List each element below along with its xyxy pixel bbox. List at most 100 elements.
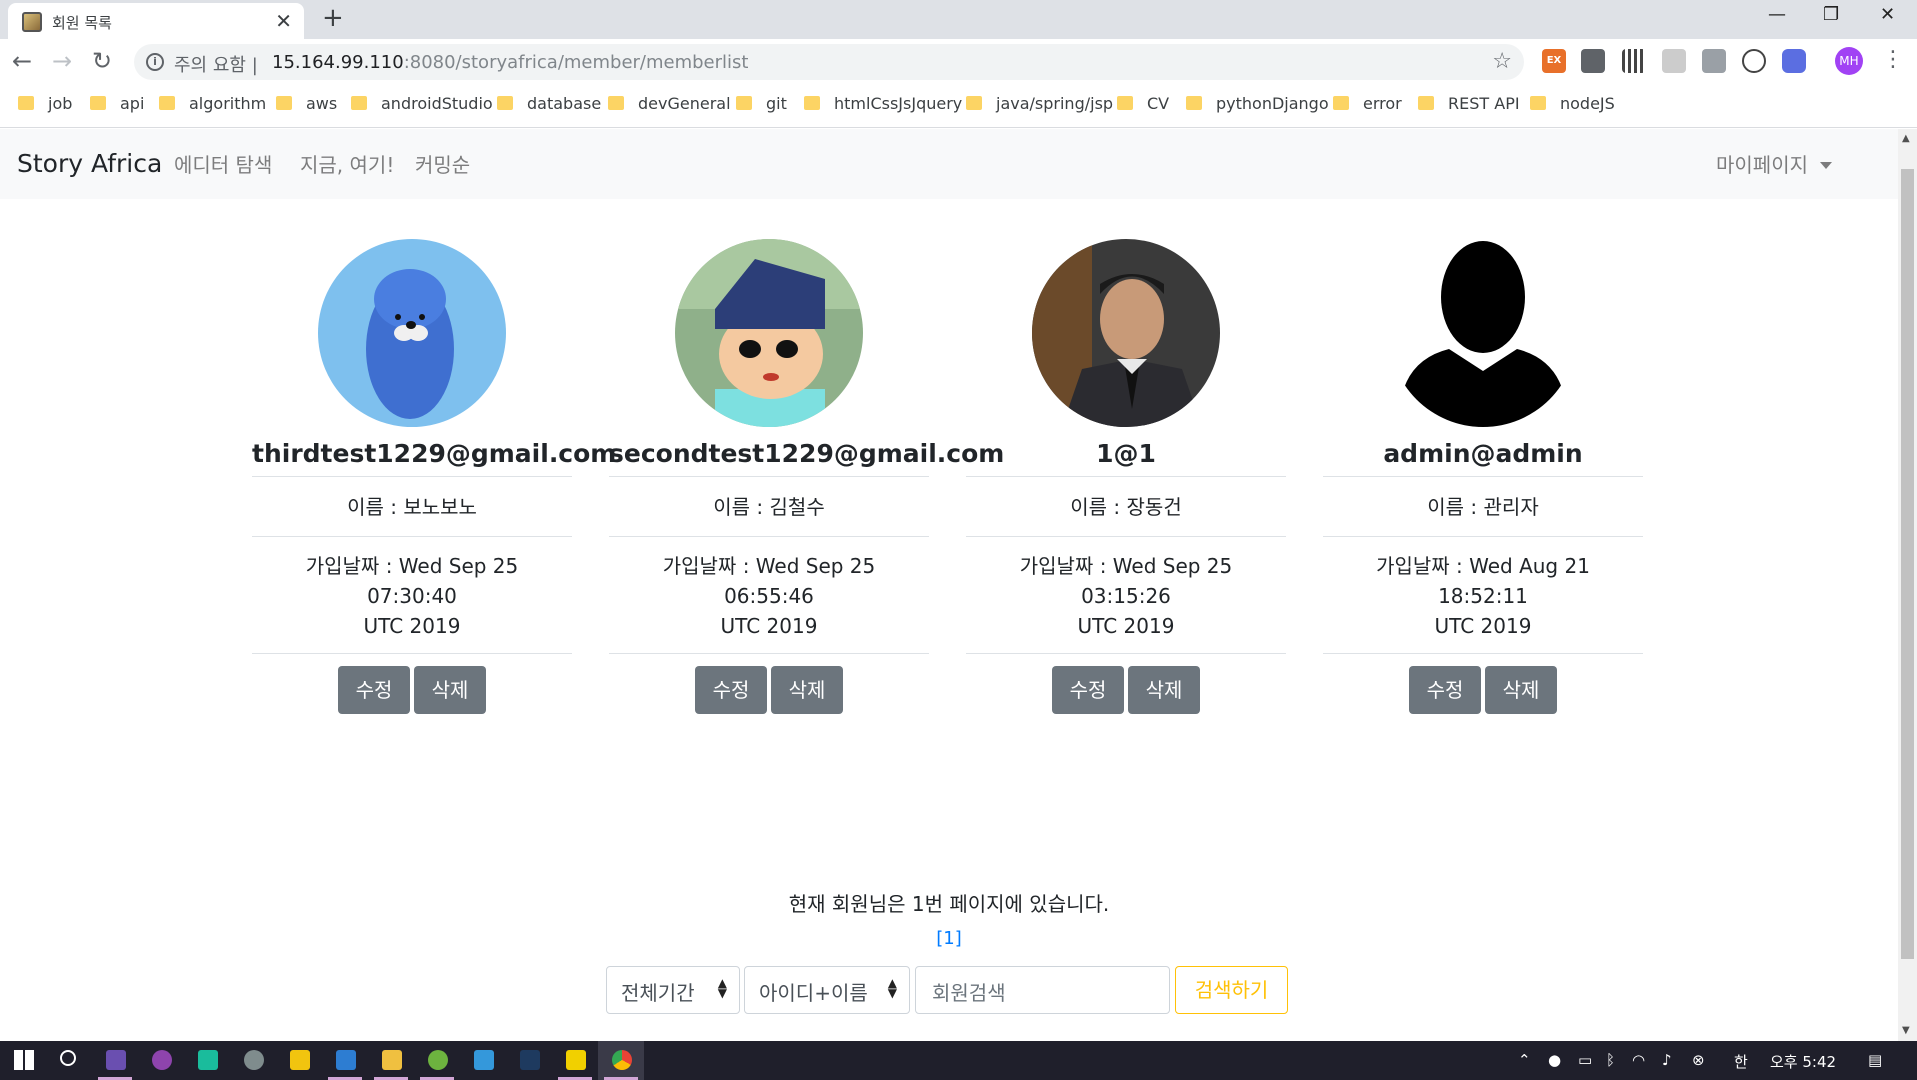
close-tab-icon[interactable]: ✕ — [275, 9, 292, 33]
brand-logo[interactable]: Story Africa — [17, 149, 162, 178]
wifi-icon[interactable]: ◠ — [1632, 1051, 1645, 1069]
member-card: secondtest1229@gmail.com 이름 : 김철수 가입날짜 :… — [609, 239, 1004, 714]
mute-mic-icon[interactable]: ⊗ — [1692, 1051, 1705, 1069]
extension-ex-icon[interactable]: EX — [1542, 49, 1566, 73]
scroll-thumb[interactable] — [1901, 169, 1914, 959]
delete-button[interactable]: 삭제 — [1485, 666, 1557, 714]
taskbar-app[interactable] — [92, 1041, 138, 1080]
default-user-silhouette — [1389, 239, 1577, 427]
url-text[interactable]: 15.164.99.110:8080/storyafrica/member/me… — [272, 52, 748, 73]
bookmark-folder[interactable]: database — [497, 94, 601, 113]
extension-image-icon[interactable] — [1702, 49, 1726, 73]
join-date-line: UTC 2019 — [720, 614, 818, 638]
forward-arrow-icon[interactable]: → — [52, 47, 72, 75]
nav-editor-explore[interactable]: 에디터 탐색 — [174, 149, 272, 178]
ime-indicator[interactable]: 한 — [1734, 1051, 1748, 1072]
delete-button[interactable]: 삭제 — [414, 666, 486, 714]
bookmark-folder[interactable]: aws — [276, 94, 337, 113]
taskbar-app[interactable] — [598, 1041, 644, 1080]
edit-button[interactable]: 수정 — [1409, 666, 1481, 714]
extension-box-icon[interactable] — [1581, 49, 1605, 73]
bookmark-folder[interactable]: htmlCssJsJquery — [804, 94, 962, 113]
volume-icon[interactable]: ♪ — [1662, 1051, 1672, 1069]
bookmark-folder[interactable]: java/spring/jsp — [966, 94, 1113, 113]
select-arrows-icon: ▲ ▼ — [887, 976, 897, 1000]
edit-button[interactable]: 수정 — [1052, 666, 1124, 714]
taskbar-app[interactable] — [276, 1041, 322, 1080]
member-search-input[interactable]: 회원검색 — [915, 966, 1170, 1014]
extension-tree-icon[interactable] — [1662, 49, 1686, 73]
bookmark-folder[interactable]: pythonDjango — [1186, 94, 1329, 113]
taskbar-app[interactable] — [460, 1041, 506, 1080]
weather-icon[interactable]: ● — [1548, 1051, 1561, 1069]
search-button[interactable]: 검색하기 — [1175, 966, 1288, 1014]
scroll-down-icon[interactable]: ▼ — [1902, 1025, 1910, 1036]
taskbar-app[interactable] — [414, 1041, 460, 1080]
bookmark-folder[interactable]: job — [18, 94, 72, 113]
bookmark-folder[interactable]: CV — [1117, 94, 1169, 113]
taskbar-app[interactable] — [506, 1041, 552, 1080]
bookmark-folder[interactable]: api — [90, 94, 144, 113]
bookmark-folder[interactable]: devGeneral — [608, 94, 731, 113]
windows-logo-icon — [14, 1050, 34, 1070]
nav-here-now[interactable]: 지금, 여기! — [300, 149, 394, 178]
bookmark-folder[interactable]: androidStudio — [351, 94, 493, 113]
window-close-icon[interactable]: ✕ — [1880, 4, 1895, 25]
address-bar[interactable]: i 주의 요함 | 15.164.99.110:8080/storyafrica… — [134, 44, 1524, 80]
taskbar-clock[interactable]: 오후 5:42 — [1770, 1051, 1836, 1072]
nav-coming-soon[interactable]: 커밍순 — [415, 149, 470, 178]
bookmark-folder[interactable]: git — [736, 94, 787, 113]
bookmark-folder[interactable]: algorithm — [159, 94, 266, 113]
page-scrollbar[interactable]: ▲ ▼ — [1898, 129, 1917, 1041]
member-card: admin@admin 이름 : 관리자 가입날짜 : Wed Aug 21 1… — [1323, 239, 1643, 714]
browser-tab[interactable]: 회원 목록 ✕ — [8, 3, 304, 39]
taskbar-app[interactable] — [368, 1041, 414, 1080]
security-warning[interactable]: 주의 요함 | — [174, 51, 258, 77]
edit-button[interactable]: 수정 — [338, 666, 410, 714]
info-icon[interactable]: i — [146, 53, 164, 71]
search-taskbar-button[interactable] — [46, 1041, 92, 1080]
search-icon — [60, 1050, 76, 1066]
minimize-icon[interactable]: — — [1768, 4, 1786, 25]
member-join-date: 가입날짜 : Wed Sep 25 03:15:26 UTC 2019 — [966, 537, 1286, 654]
period-select[interactable]: 전체기간 ▲ ▼ — [606, 966, 740, 1014]
scroll-up-icon[interactable]: ▲ — [1902, 133, 1910, 144]
tray-chevron-icon[interactable]: ⌃ — [1518, 1051, 1531, 1069]
app-icon — [106, 1050, 126, 1070]
folder-icon — [1117, 96, 1133, 110]
bookmark-folder[interactable]: nodeJS — [1530, 94, 1615, 113]
field-select[interactable]: 아이디+이름 ▲ ▼ — [744, 966, 910, 1014]
new-tab-button[interactable]: + — [322, 3, 344, 33]
mypage-dropdown[interactable]: 마이페이지 — [1716, 149, 1832, 178]
extension-code-icon[interactable] — [1742, 49, 1766, 73]
taskbar-app[interactable] — [138, 1041, 184, 1080]
extension-barcode-icon[interactable] — [1622, 49, 1646, 73]
page-viewport: Story Africa 에디터 탐색 지금, 여기! 커밍순 마이페이지 th… — [0, 129, 1898, 1041]
vscode-icon — [336, 1050, 356, 1070]
battery-icon[interactable]: ▭ — [1578, 1051, 1592, 1069]
bookmark-star-icon[interactable]: ☆ — [1492, 49, 1512, 74]
back-arrow-icon[interactable]: ← — [12, 47, 32, 75]
delete-button[interactable]: 삭제 — [771, 666, 843, 714]
favicon-icon — [22, 12, 42, 32]
restore-icon[interactable]: ❐ — [1823, 4, 1839, 25]
member-card: 1@1 이름 : 장동건 가입날짜 : Wed Sep 25 03:15:26 U… — [966, 239, 1286, 714]
kakaotalk-icon — [290, 1050, 310, 1070]
bluetooth-icon[interactable]: ᛒ — [1606, 1051, 1615, 1069]
taskbar-app[interactable] — [184, 1041, 230, 1080]
page-1-link[interactable]: [1] — [936, 928, 962, 949]
bookmark-folder[interactable]: REST API — [1418, 94, 1520, 113]
join-date-line: 가입날짜 : Wed Sep 25 06:55:46 — [662, 554, 876, 608]
taskbar-app[interactable] — [552, 1041, 598, 1080]
extension-hex-icon[interactable] — [1782, 49, 1806, 73]
reload-icon[interactable]: ↻ — [92, 47, 112, 75]
taskbar-app[interactable] — [322, 1041, 368, 1080]
delete-button[interactable]: 삭제 — [1128, 666, 1200, 714]
notification-icon[interactable]: ▤ — [1868, 1051, 1882, 1069]
bookmark-folder[interactable]: error — [1333, 94, 1402, 113]
edit-button[interactable]: 수정 — [695, 666, 767, 714]
taskbar-app[interactable] — [230, 1041, 276, 1080]
browser-menu-icon[interactable]: ⋮ — [1882, 47, 1904, 72]
profile-avatar[interactable]: MH — [1835, 47, 1863, 75]
start-button[interactable] — [0, 1041, 46, 1080]
